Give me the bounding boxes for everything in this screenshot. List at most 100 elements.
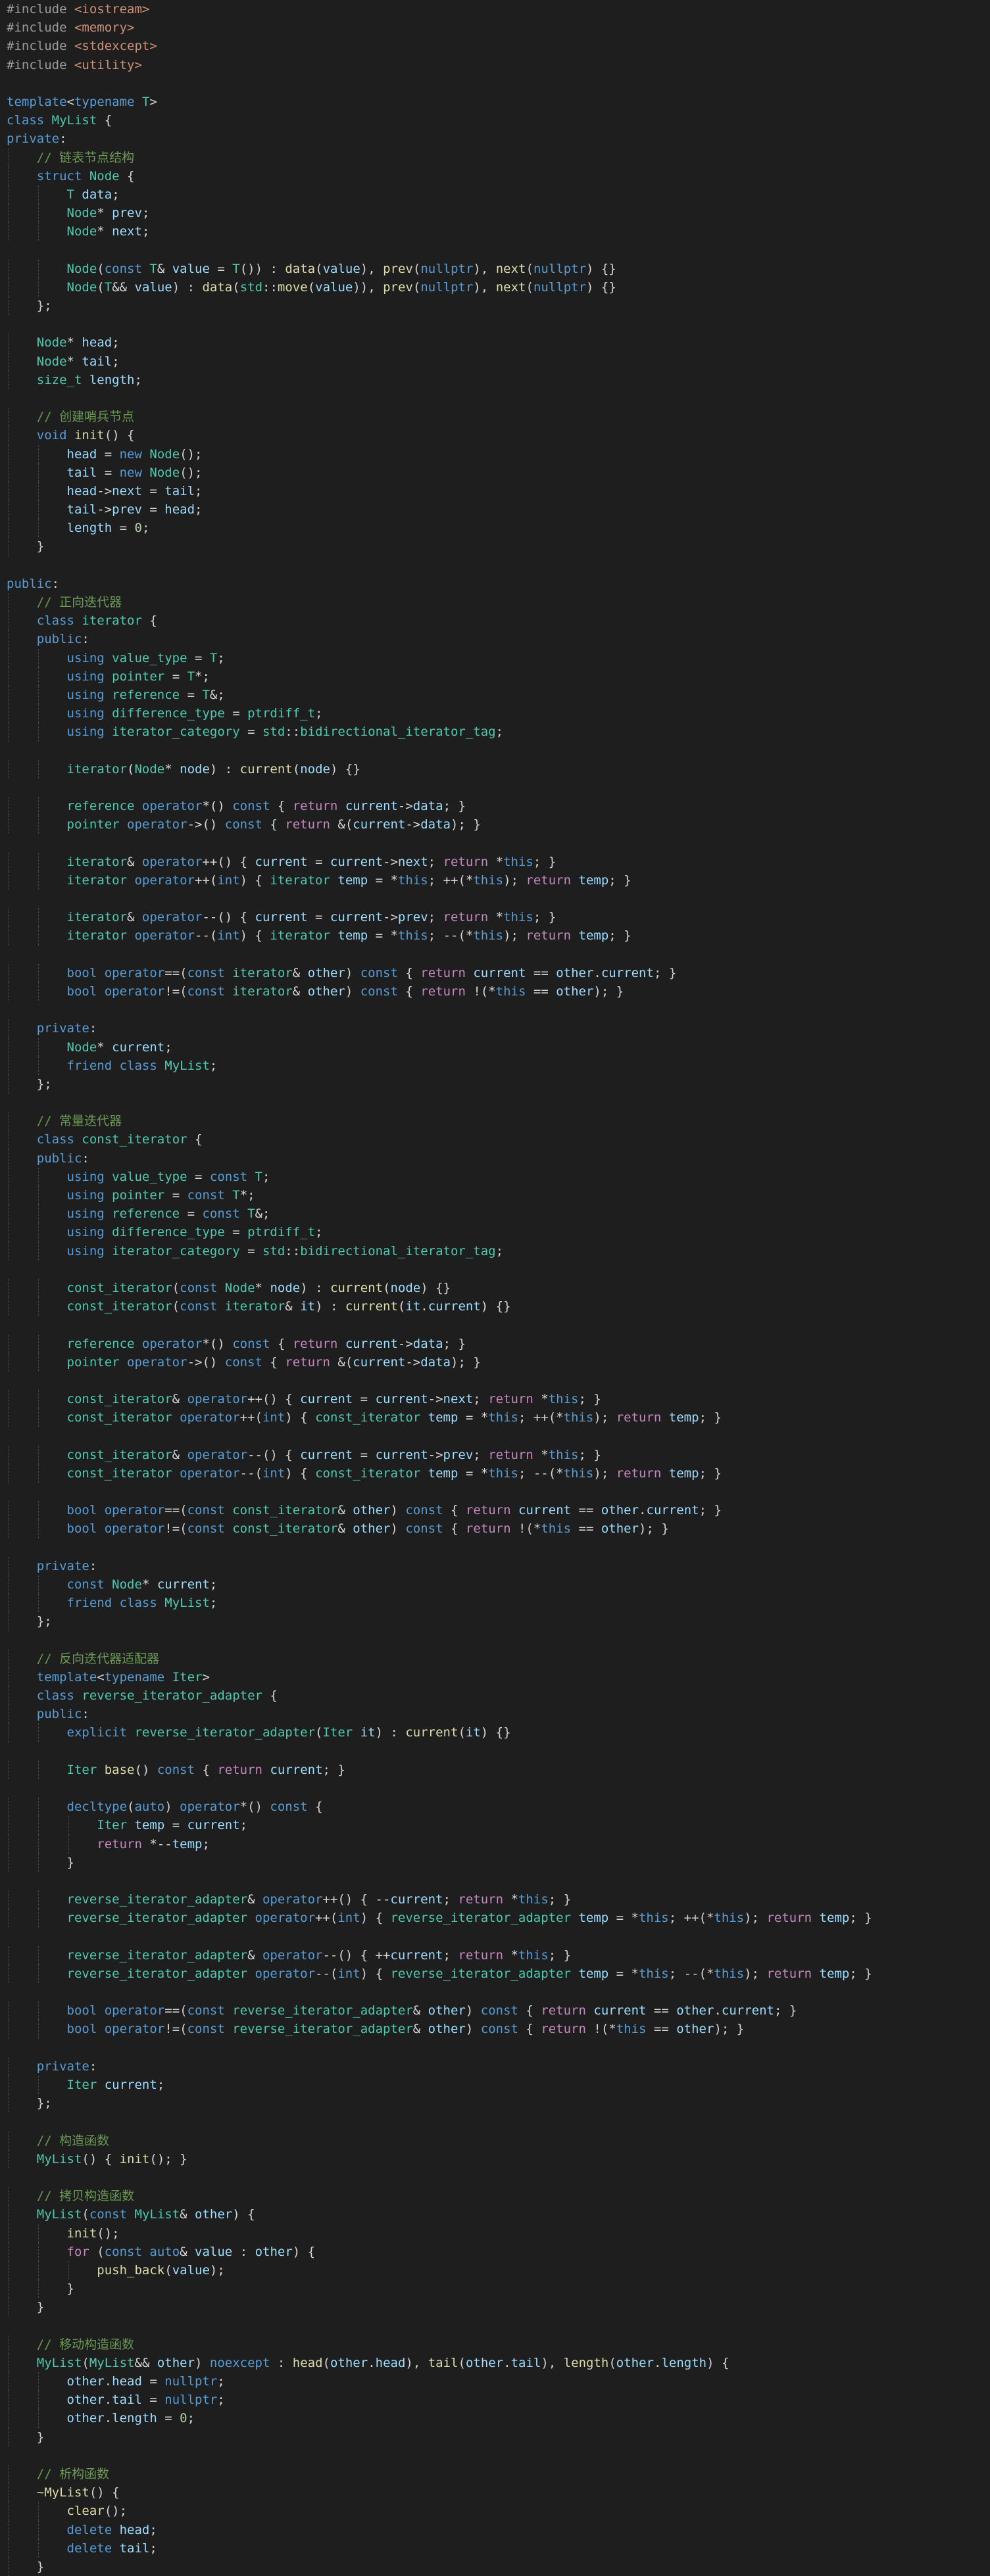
code-text: using difference_type = ptrdiff_t;	[66, 706, 323, 721]
code-line: reverse_iterator_adapter& operator--() {…	[0, 1945, 990, 1965]
indent-guide	[8, 148, 9, 167]
indent-guide	[37, 667, 39, 686]
indent-guide	[8, 908, 9, 927]
indent-guide	[8, 1556, 9, 1575]
code-text: };	[7, 2096, 52, 2111]
code-text: iterator operator++(int) { iterator temp…	[66, 872, 631, 888]
indent-guide	[8, 1186, 9, 1205]
code-line: class reverse_iterator_adapter {	[0, 1686, 990, 1705]
code-text: private:	[36, 2059, 97, 2074]
indent-guide	[37, 982, 39, 1001]
indent-guide	[37, 1038, 39, 1057]
code-line: #include <utility>	[0, 56, 990, 74]
code-text: Iter temp = current;	[97, 1818, 248, 1833]
indent-guide	[37, 1352, 39, 1371]
indent-guide	[8, 2520, 9, 2539]
code-line: reference operator*() const { return cur…	[0, 1334, 990, 1353]
indent-guide	[37, 1945, 39, 1965]
indent-guide	[37, 1334, 39, 1353]
code-text: };	[7, 1614, 52, 1629]
indent-guide	[37, 1594, 39, 1613]
code-line: Iter base() const { return current; }	[0, 1760, 990, 1779]
code-text: reference operator*() const { return cur…	[66, 1336, 466, 1351]
code-line: using iterator_category = std::bidirecti…	[0, 723, 990, 742]
indent-guide	[68, 1816, 69, 1835]
code-line: }	[0, 2427, 990, 2446]
indent-guide	[37, 1297, 39, 1316]
code-line: using value_type = const T;	[0, 1167, 990, 1186]
code-text: #include <utility>	[7, 57, 142, 72]
code-line: other.length = 0;	[0, 2409, 990, 2428]
code-line: private:	[0, 1556, 990, 1575]
code-line: iterator& operator--() { current = curre…	[0, 908, 990, 927]
code-line: head->next = tail;	[0, 481, 990, 501]
indent-guide	[8, 723, 9, 742]
indent-guide	[8, 481, 9, 501]
code-line: #include <stdexcept>	[0, 37, 990, 55]
code-text: private:	[36, 1558, 97, 1573]
code-line: return *--temp;	[0, 1834, 990, 1853]
code-text: Node(T&& value) : data(std::move(value))…	[66, 279, 616, 295]
code-text: using value_type = const T;	[66, 1169, 270, 1184]
indent-guide	[8, 500, 9, 519]
indent-guide	[37, 500, 39, 519]
code-text: bool operator==(const reverse_iterator_a…	[66, 2003, 797, 2018]
code-line: }	[0, 2279, 990, 2299]
code-text: }	[7, 539, 45, 554]
code-line: tail = new Node();	[0, 463, 990, 482]
code-line: // 常量迭代器	[0, 1112, 990, 1131]
code-text: reference operator*() const { return cur…	[66, 799, 466, 814]
code-text: iterator(Node* node) : current(node) {}	[66, 761, 360, 776]
code-line: for (const auto& value : other) {	[0, 2242, 990, 2261]
code-text: const_iterator& operator--() { current =…	[66, 1447, 601, 1462]
indent-guide	[37, 1445, 39, 1464]
indent-guide	[37, 2076, 39, 2095]
code-line: Node* head;	[0, 333, 990, 352]
indent-guide	[37, 704, 39, 723]
code-line: bool operator!=(const iterator& other) c…	[0, 982, 990, 1001]
indent-guide	[8, 1223, 9, 1242]
indent-guide	[8, 2001, 9, 2020]
code-line: head = new Node();	[0, 444, 990, 464]
code-text: iterator& operator++() { current = curre…	[66, 854, 557, 869]
indent-guide	[8, 2483, 9, 2502]
code-line: };	[0, 297, 990, 316]
code-line: Node* prev;	[0, 204, 990, 223]
code-text: private:	[7, 131, 67, 147]
indent-guide	[8, 667, 9, 686]
code-text: reverse_iterator_adapter operator--(int)…	[66, 1966, 872, 1981]
code-text: Node* tail;	[36, 354, 120, 369]
code-editor[interactable]: #include <iostream> #include <memory> #inc…	[0, 0, 990, 2576]
indent-guide	[8, 463, 9, 482]
indent-guide	[37, 797, 39, 816]
indent-guide	[8, 1019, 9, 1038]
code-text: public:	[7, 576, 60, 591]
code-text: iterator operator--(int) { iterator temp…	[66, 928, 631, 943]
code-line: using iterator_category = std::bidirecti…	[0, 1241, 990, 1260]
indent-guide	[8, 1909, 9, 1928]
indent-guide	[8, 593, 9, 612]
indent-guide	[8, 815, 9, 834]
code-text: bool operator!=(const iterator& other) c…	[66, 984, 624, 999]
code-text: decltype(auto) operator*() const {	[66, 1800, 323, 1815]
indent-guide	[8, 370, 9, 389]
indent-guide	[8, 1667, 9, 1687]
indent-guide	[8, 166, 9, 185]
indent-guide	[37, 2409, 39, 2428]
code-line: bool operator!=(const reverse_iterator_a…	[0, 2020, 990, 2039]
indent-guide	[37, 1890, 39, 1909]
code-text: reverse_iterator_adapter operator++(int)…	[66, 1911, 872, 1926]
code-line: const_iterator& operator++() { current =…	[0, 1390, 990, 1409]
code-text: // 拷贝构造函数	[36, 2189, 135, 2204]
code-line: // 正向迭代器	[0, 593, 990, 612]
code-line: class const_iterator {	[0, 1130, 990, 1149]
code-text: using iterator_category = std::bidirecti…	[66, 725, 504, 740]
indent-guide	[8, 1056, 9, 1075]
code-line: reverse_iterator_adapter operator--(int)…	[0, 1964, 990, 1984]
code-text: class reverse_iterator_adapter {	[36, 1688, 278, 1704]
